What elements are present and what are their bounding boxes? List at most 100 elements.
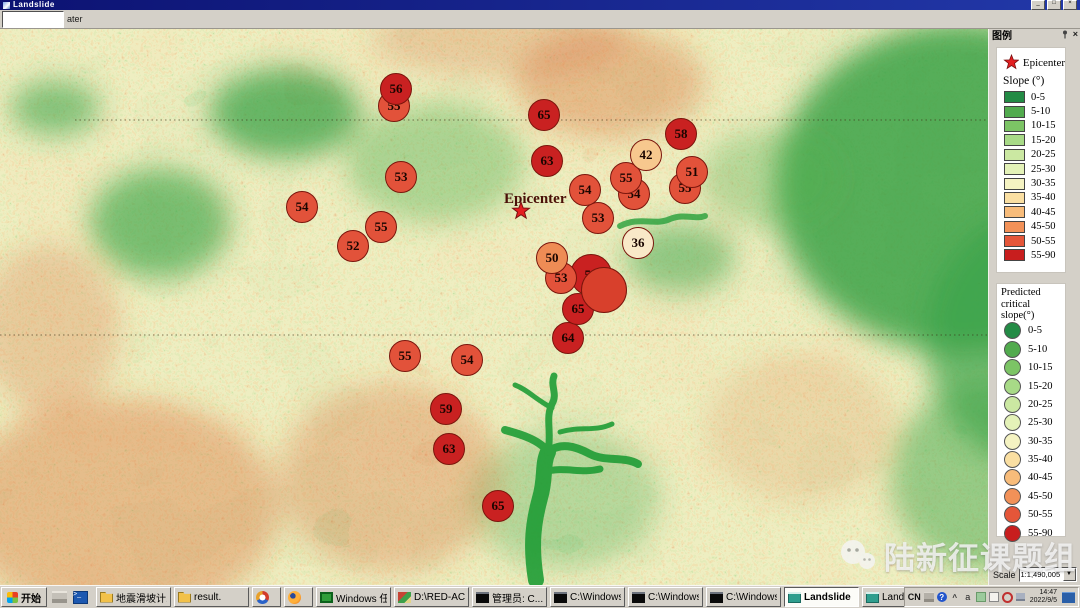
taskbar-button[interactable]: 管理员: C... [472, 587, 547, 607]
quick-launch: >_ [52, 591, 88, 604]
taskbar: 开始 >_ 地震滑坡计... result. Windows 任...D:\RED-… [0, 585, 1080, 608]
taskbar-button[interactable]: C:\Windows... [550, 587, 625, 607]
landslide-icon [788, 592, 801, 603]
chevron-up-icon[interactable]: ^ [950, 592, 960, 602]
legend-swatch [1004, 469, 1021, 486]
network-icon[interactable] [1016, 593, 1025, 601]
legend-class-label: 0-5 [1031, 92, 1045, 103]
legend-swatch [1004, 378, 1021, 395]
powershell-shortcut-icon[interactable]: >_ [73, 591, 88, 604]
printer-icon[interactable] [924, 592, 934, 602]
legend-class-label: 50-55 [1028, 509, 1053, 520]
legend-class-row: 10-15 [997, 358, 1065, 376]
layer-combobox[interactable] [2, 11, 64, 28]
legend-class-row: 15-20 [997, 377, 1065, 395]
taskbar-button-label: 管理员: C... [492, 590, 543, 605]
legend-class-label: 55-90 [1028, 528, 1053, 539]
terrain-raster [0, 28, 1080, 586]
taskbar-button[interactable] [252, 587, 281, 607]
taskbar-button[interactable]: 地震滑坡计... [96, 587, 171, 607]
taskbar-button-label: Landslide [882, 592, 904, 603]
taskbar-button[interactable]: C:\Windows... [628, 587, 703, 607]
app-icon [3, 2, 10, 9]
legend-swatch [1004, 134, 1025, 146]
legend-class-row: 20-25 [997, 148, 1065, 162]
taskbar-button[interactable]: C:\Windows... [706, 587, 781, 607]
start-label: 开始 [21, 590, 41, 605]
legend-class-row: 30-35 [997, 176, 1065, 190]
cmd-icon [476, 592, 489, 603]
legend-class-label: 10-15 [1031, 120, 1056, 131]
sync-alert-icon[interactable] [1002, 592, 1013, 603]
start-button[interactable]: 开始 [1, 587, 47, 607]
map-canvas[interactable] [0, 28, 1080, 586]
cmd-icon [710, 592, 723, 603]
cmd-icon [632, 592, 645, 603]
taskbar-button[interactable]: D:\RED-ACT... [394, 587, 469, 607]
taskbar-button-active[interactable]: Landslide [784, 587, 859, 607]
legend-swatch [1004, 322, 1021, 339]
legend-class-label: 35-40 [1028, 454, 1053, 465]
legend-class-label: 5-10 [1028, 344, 1047, 355]
clock-date: 2022/9/5 [1030, 597, 1057, 604]
legend-slope-box: Epicenter Slope (°) 0-55-1010-1515-2020-… [996, 47, 1066, 273]
toolbar: ater [0, 10, 1080, 29]
clock[interactable]: 14:47 2022/9/5 [1030, 589, 1057, 605]
ime-a-icon[interactable]: a [963, 592, 973, 602]
legend-class-label: 30-35 [1031, 178, 1056, 189]
help-icon[interactable]: ? [937, 592, 947, 602]
pin-icon[interactable] [1061, 30, 1069, 39]
legend-class-label: 15-20 [1028, 381, 1053, 392]
legend-swatch [1004, 178, 1025, 190]
restore-button[interactable]: □ [1047, 0, 1061, 10]
taskbar-button-label: C:\Windows... [570, 592, 621, 603]
legend-class-row: 30-35 [997, 432, 1065, 450]
legend-critical-box: Predicted critical slope(°) 0-55-1010-15… [996, 283, 1066, 537]
legend-class-row: 25-30 [997, 162, 1065, 176]
taskbar-button-label: 地震滑坡计... [116, 590, 167, 605]
legend-class-label: 20-25 [1031, 149, 1056, 160]
legend-class-row: 45-50 [997, 220, 1065, 234]
taskbar-button[interactable]: Windows 任... [316, 587, 391, 607]
status-green-icon[interactable] [976, 592, 986, 602]
legend-class-row: 10-15 [997, 119, 1065, 133]
legend-class-label: 0-5 [1028, 325, 1042, 336]
slope-classes: 0-55-1010-1515-2020-2525-3030-3535-4040-… [997, 90, 1065, 263]
legend-class-label: 40-45 [1028, 472, 1053, 483]
legend-slope-title: Slope (°) [997, 73, 1065, 90]
legend-class-label: 45-50 [1031, 221, 1056, 232]
red-act-icon [398, 592, 411, 603]
windows-logo-icon [7, 592, 18, 603]
taskbar-button[interactable] [284, 587, 313, 607]
legend-swatch [1004, 149, 1025, 161]
legend-class-label: 25-30 [1028, 417, 1053, 428]
legend-swatch [1004, 414, 1021, 431]
legend-swatch [1004, 451, 1021, 468]
ime-language-icon[interactable] [1062, 592, 1075, 603]
system-tray: CN ?^a 14:47 2022/9/5 [904, 587, 1079, 607]
scale-combobox[interactable]: 1:1,490,005 ▼ [1019, 567, 1077, 582]
language-indicator[interactable]: CN [908, 592, 921, 602]
close-button[interactable]: × [1063, 0, 1077, 10]
legend-class-row: 50-55 [997, 506, 1065, 524]
taskbar-button[interactable]: Landslide [862, 587, 904, 607]
legend-class-label: 55-90 [1031, 250, 1056, 261]
scale-dropdown-icon[interactable]: ▼ [1063, 568, 1076, 581]
legend-panel: 图例 × Epicenter Slope (°) 0-5 5-10 10-15 15-… [988, 27, 1080, 586]
minimize-button[interactable]: _ [1031, 0, 1045, 10]
taskbar-button[interactable]: result. [174, 587, 249, 607]
flag-icon[interactable] [989, 592, 999, 602]
legend-class-row: 15-20 [997, 133, 1065, 147]
legend-class-label: 45-50 [1028, 491, 1053, 502]
legend-class-row: 55-90 [997, 248, 1065, 262]
legend-panel-titlebar[interactable]: 图例 × [989, 27, 1080, 41]
clock-time: 14:47 [1039, 589, 1057, 596]
toolbar-label: ater [67, 14, 83, 24]
legend-class-row: 0-5 [997, 90, 1065, 104]
legend-epicenter-label: Epicenter [1023, 57, 1065, 69]
taskbar-button-label: C:\Windows... [648, 592, 699, 603]
legend-close-icon[interactable]: × [1073, 30, 1078, 39]
critical-classes: 0-55-1010-1515-2020-2525-3030-3535-4040-… [997, 322, 1065, 543]
printer-shortcut-icon[interactable] [52, 591, 67, 603]
legend-class-label: 10-15 [1028, 362, 1053, 373]
